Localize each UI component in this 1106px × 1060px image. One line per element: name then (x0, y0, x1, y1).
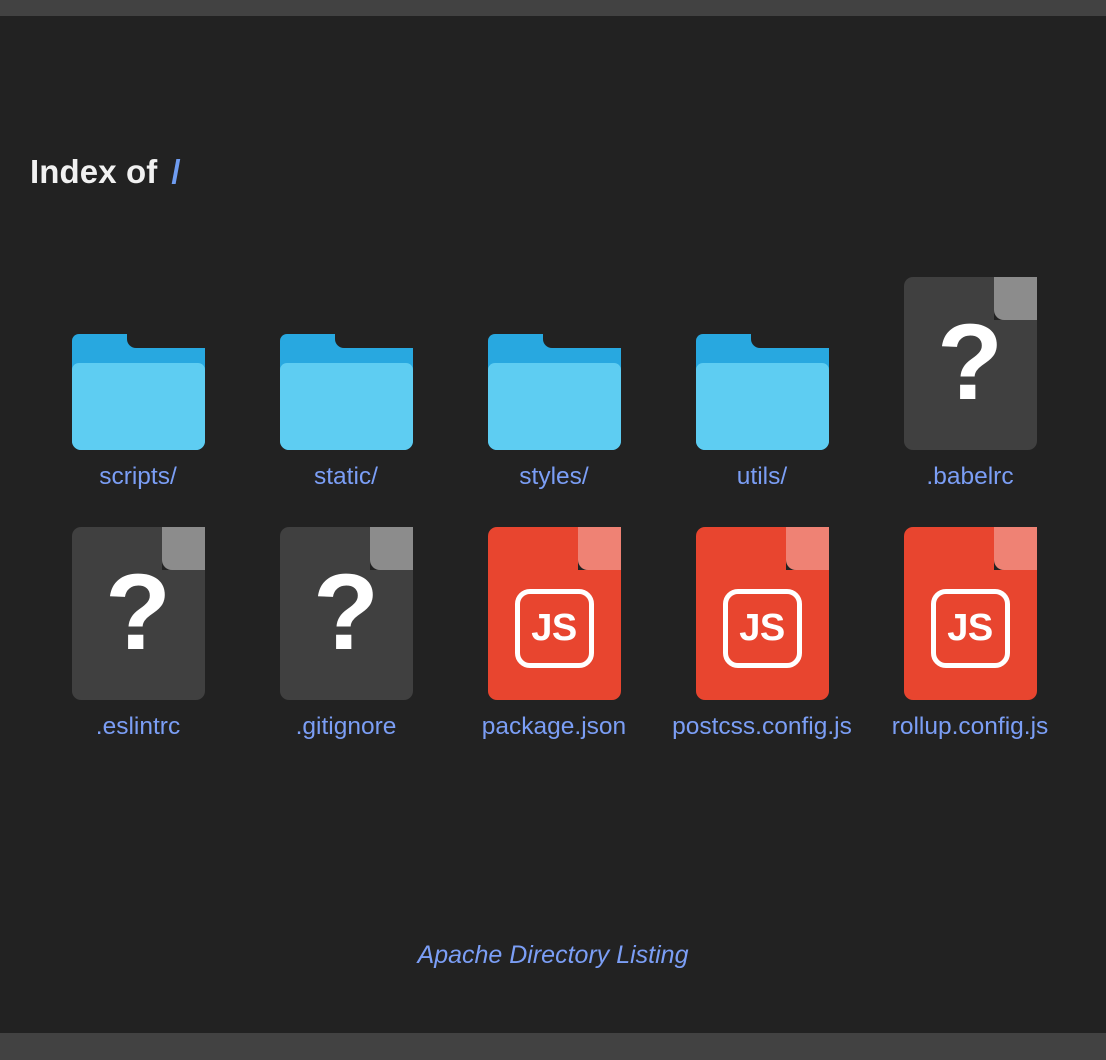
window-chrome-top-bar (0, 0, 1106, 16)
unknown-file-icon: ? (280, 527, 413, 700)
entry-label[interactable]: package.json (464, 712, 644, 742)
entry-label[interactable]: utils/ (672, 462, 852, 492)
directory-entry[interactable]: ? .babelrc (866, 270, 1074, 520)
document-corner-cutout (994, 527, 1037, 570)
entry-label[interactable]: scripts/ (48, 462, 228, 492)
entry-icon-slot: ? (904, 270, 1037, 450)
question-mark-glyph: ? (904, 277, 1037, 450)
js-badge-label: JS (739, 609, 784, 649)
directory-entry[interactable]: JS postcss.config.js (658, 520, 866, 770)
entry-icon-slot (488, 270, 621, 450)
document-folded-corner (578, 527, 621, 570)
js-badge: JS (515, 589, 594, 668)
question-mark-glyph: ? (72, 527, 205, 700)
entry-icon-slot: JS (488, 520, 621, 700)
entry-icon-slot: ? (280, 520, 413, 700)
directory-entry[interactable]: ? .eslintrc (34, 520, 242, 770)
page-title-path: / (171, 153, 180, 190)
folder-tab-notch (751, 334, 829, 348)
javascript-file-icon: JS (696, 527, 829, 700)
directory-entry[interactable]: JS package.json (450, 520, 658, 770)
directory-entry-grid: scripts/static/styles/utils/?.babelrc?.e… (34, 270, 1036, 770)
folder-front-panel (696, 363, 829, 450)
entry-icon-slot: ? (72, 520, 205, 700)
entry-icon-slot (280, 270, 413, 450)
entry-label[interactable]: styles/ (464, 462, 644, 492)
document-corner-cutout (786, 527, 829, 570)
folder-icon (488, 334, 621, 450)
entry-label[interactable]: .babelrc (880, 462, 1060, 492)
entry-icon-slot: JS (904, 520, 1037, 700)
folder-front-panel (72, 363, 205, 450)
question-mark-glyph: ? (280, 527, 413, 700)
directory-entry[interactable]: static/ (242, 270, 450, 520)
javascript-file-icon: JS (904, 527, 1037, 700)
js-badge-label: JS (531, 609, 576, 649)
directory-entry[interactable]: utils/ (658, 270, 866, 520)
page-title: Index of / (30, 153, 181, 191)
folder-tab-notch (335, 334, 413, 348)
document-folded-corner (786, 527, 829, 570)
directory-entry[interactable]: ? .gitignore (242, 520, 450, 770)
folder-icon (280, 334, 413, 450)
entry-icon-slot (72, 270, 205, 450)
folder-icon (696, 334, 829, 450)
entry-icon-slot (696, 270, 829, 450)
js-badge-label: JS (947, 609, 992, 649)
folder-tab-notch (543, 334, 621, 348)
folder-icon (72, 334, 205, 450)
directory-entry[interactable]: styles/ (450, 270, 658, 520)
folder-front-panel (488, 363, 621, 450)
entry-label[interactable]: rollup.config.js (880, 712, 1060, 742)
folder-tab-notch (127, 334, 205, 348)
js-badge: JS (931, 589, 1010, 668)
unknown-file-icon: ? (72, 527, 205, 700)
entry-label[interactable]: .gitignore (256, 712, 436, 742)
unknown-file-icon: ? (904, 277, 1037, 450)
document-corner-cutout (578, 527, 621, 570)
entry-label[interactable]: .eslintrc (48, 712, 228, 742)
entry-label[interactable]: static/ (256, 462, 436, 492)
footer-note: Apache Directory Listing (0, 941, 1106, 970)
folder-front-panel (280, 363, 413, 450)
entry-icon-slot: JS (696, 520, 829, 700)
window-chrome-bottom-bar (0, 1033, 1106, 1060)
directory-listing-page: Index of / scripts/static/styles/utils/?.… (0, 16, 1106, 1033)
entry-label[interactable]: postcss.config.js (672, 712, 852, 742)
directory-entry[interactable]: JS rollup.config.js (866, 520, 1074, 770)
javascript-file-icon: JS (488, 527, 621, 700)
page-title-text: Index of (30, 153, 157, 190)
document-folded-corner (994, 527, 1037, 570)
directory-entry[interactable]: scripts/ (34, 270, 242, 520)
js-badge: JS (723, 589, 802, 668)
